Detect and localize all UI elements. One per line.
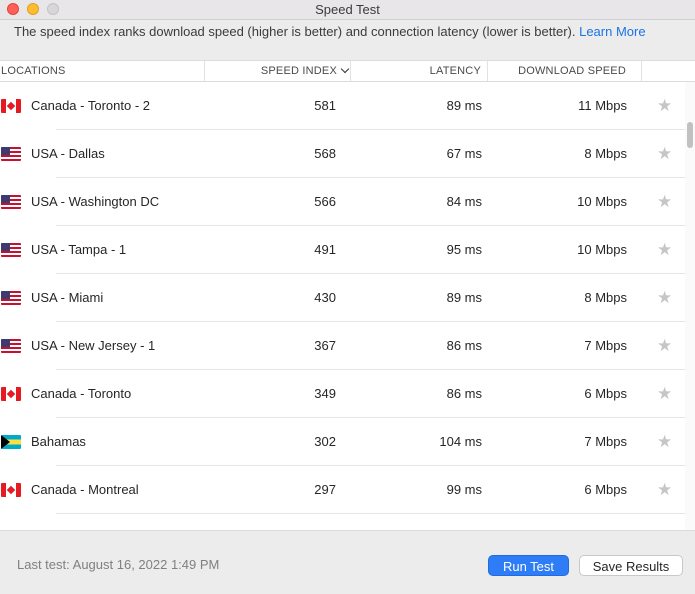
download-speed-value: 8 Mbps — [584, 146, 627, 161]
download-speed-value: 11 Mbps — [578, 98, 627, 113]
column-header-locations[interactable]: LOCATIONS — [0, 61, 205, 81]
info-text: The speed index ranks download speed (hi… — [14, 24, 580, 39]
speed-index-value: 568 — [314, 146, 336, 161]
table-row[interactable]: USA - Washington DC 566 84 ms 10 Mbps ★ — [0, 178, 685, 226]
star-icon[interactable]: ★ — [657, 144, 672, 164]
speed-index-value: 491 — [314, 242, 336, 257]
column-header-latency[interactable]: LATENCY — [351, 61, 488, 81]
latency-value: 99 ms — [446, 482, 482, 497]
info-banner: The speed index ranks download speed (hi… — [0, 20, 695, 60]
column-header-latency-label: LATENCY — [429, 65, 481, 77]
table-row[interactable]: USA - Dallas 568 67 ms 8 Mbps ★ — [0, 130, 685, 178]
column-header-download-speed-label: DOWNLOAD SPEED — [518, 65, 626, 77]
location-name: USA - Miami — [31, 290, 104, 305]
canada-flag-icon — [1, 387, 21, 401]
star-icon[interactable]: ★ — [657, 336, 672, 356]
latency-value: 89 ms — [446, 98, 482, 113]
download-speed-value: 6 Mbps — [584, 386, 627, 401]
canada-flag-icon — [1, 99, 21, 113]
latency-value: 104 ms — [439, 434, 482, 449]
download-speed-value: 10 Mbps — [577, 194, 627, 209]
window-title: Speed Test — [315, 2, 380, 17]
location-name: Bahamas — [31, 434, 86, 449]
location-name: USA - Dallas — [31, 146, 105, 161]
star-icon[interactable]: ★ — [657, 384, 672, 404]
star-icon[interactable]: ★ — [657, 432, 672, 452]
download-speed-value: 7 Mbps — [584, 434, 627, 449]
latency-value: 86 ms — [446, 338, 482, 353]
download-speed-value: 10 Mbps — [577, 242, 627, 257]
locations-table: Canada - Toronto - 2 581 89 ms 11 Mbps ★… — [0, 82, 685, 530]
speed-index-value: 367 — [314, 338, 336, 353]
location-name: USA - New Jersey - 1 — [31, 338, 156, 353]
bahamas-flag-icon — [1, 435, 21, 449]
title-bar: Speed Test — [0, 0, 695, 20]
latency-value: 84 ms — [446, 194, 482, 209]
table-row[interactable]: Canada - Montreal 297 99 ms 6 Mbps ★ — [0, 466, 685, 514]
table-row-partial[interactable] — [0, 514, 685, 530]
column-header-favorite[interactable] — [642, 61, 695, 81]
table-row[interactable]: Canada - Toronto - 2 581 89 ms 11 Mbps ★ — [0, 82, 685, 130]
location-name: USA - Washington DC — [31, 194, 160, 209]
latency-value: 95 ms — [446, 242, 482, 257]
column-header-locations-label: LOCATIONS — [1, 65, 66, 77]
column-header-speed-index-label: SPEED INDEX — [260, 65, 337, 77]
canada-flag-icon — [1, 483, 21, 497]
latency-value: 89 ms — [446, 290, 482, 305]
scrollbar-thumb[interactable] — [687, 122, 693, 148]
latency-value: 67 ms — [446, 146, 482, 161]
table-header: LOCATIONS SPEED INDEX LATENCY DOWNLOAD S… — [0, 60, 695, 82]
table-row[interactable]: Canada - Toronto 349 86 ms 6 Mbps ★ — [0, 370, 685, 418]
table-row[interactable]: USA - Tampa - 1 491 95 ms 10 Mbps ★ — [0, 226, 685, 274]
footer: Last test: August 16, 2022 1:49 PM Run T… — [0, 530, 695, 594]
table-row[interactable]: Bahamas 302 104 ms 7 Mbps ★ — [0, 418, 685, 466]
column-header-download-speed[interactable]: DOWNLOAD SPEED — [488, 61, 642, 81]
location-name: Canada - Montreal — [31, 482, 139, 497]
table-row[interactable]: USA - New Jersey - 1 367 86 ms 7 Mbps ★ — [0, 322, 685, 370]
usa-flag-icon — [1, 339, 21, 353]
location-name: Canada - Toronto - 2 — [31, 98, 150, 113]
speed-index-value: 349 — [314, 386, 336, 401]
column-header-speed-index[interactable]: SPEED INDEX — [205, 61, 351, 81]
usa-flag-icon — [1, 147, 21, 161]
latency-value: 86 ms — [446, 386, 482, 401]
speed-index-value: 297 — [314, 482, 336, 497]
star-icon[interactable]: ★ — [657, 96, 672, 116]
learn-more-link[interactable]: Learn More — [579, 24, 645, 39]
speed-index-value: 581 — [314, 98, 336, 113]
chevron-down-icon — [340, 64, 350, 74]
star-icon[interactable]: ★ — [657, 192, 672, 212]
star-icon[interactable]: ★ — [657, 288, 672, 308]
speed-index-value: 430 — [314, 290, 336, 305]
usa-flag-icon — [1, 291, 21, 305]
location-name: USA - Tampa - 1 — [31, 242, 127, 257]
download-speed-value: 6 Mbps — [584, 482, 627, 497]
download-speed-value: 8 Mbps — [584, 290, 627, 305]
last-test-timestamp: Last test: August 16, 2022 1:49 PM — [17, 557, 220, 572]
download-speed-value: 7 Mbps — [584, 338, 627, 353]
star-icon[interactable]: ★ — [657, 240, 672, 260]
save-results-button[interactable]: Save Results — [579, 555, 683, 576]
run-test-button[interactable]: Run Test — [488, 555, 569, 576]
star-icon[interactable]: ★ — [657, 480, 672, 500]
vertical-scrollbar[interactable] — [685, 82, 695, 530]
speed-index-value: 566 — [314, 194, 336, 209]
usa-flag-icon — [1, 195, 21, 209]
table-row[interactable]: USA - Miami 430 89 ms 8 Mbps ★ — [0, 274, 685, 322]
speed-index-value: 302 — [314, 434, 336, 449]
location-name: Canada - Toronto — [31, 386, 132, 401]
usa-flag-icon — [1, 243, 21, 257]
